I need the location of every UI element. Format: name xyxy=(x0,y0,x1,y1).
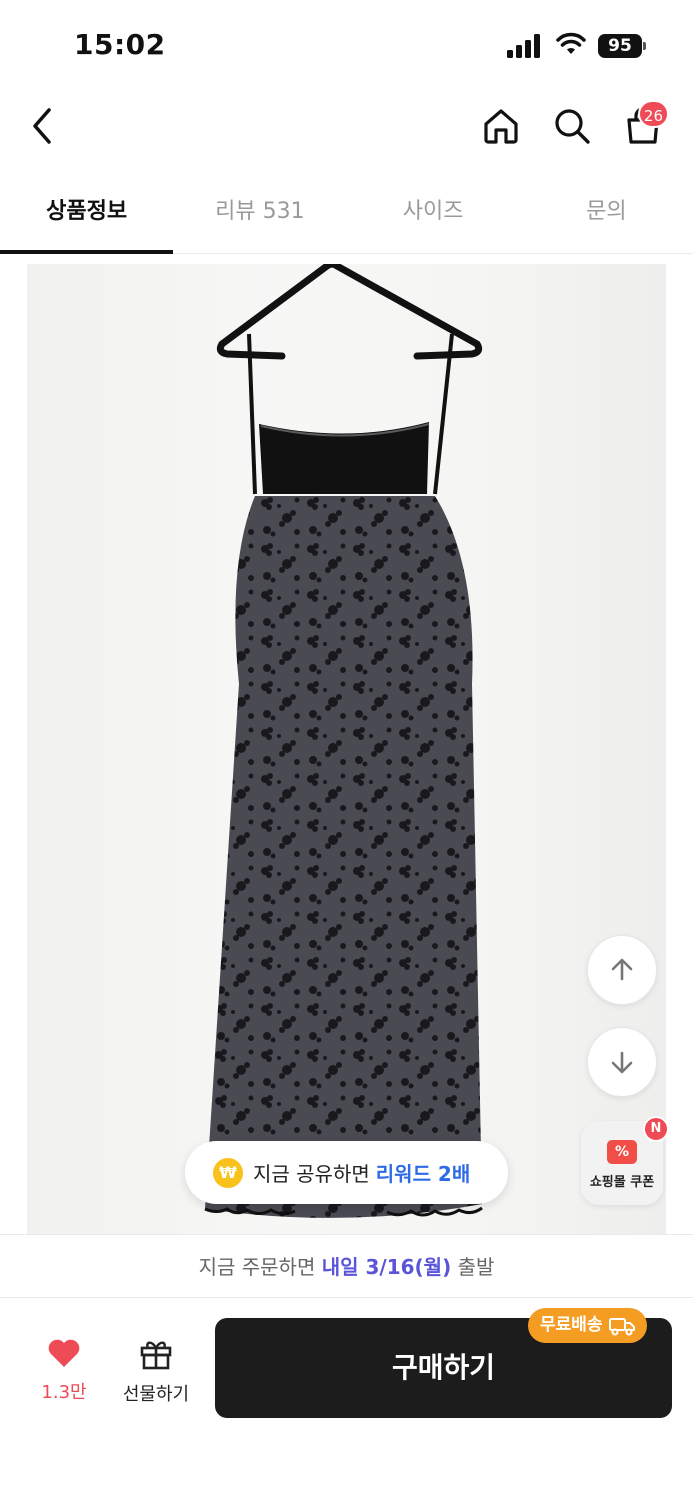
delivery-truck-icon xyxy=(608,1317,635,1335)
delivery-date: 내일 3/16(월) xyxy=(321,1255,452,1279)
tab-inquiry[interactable]: 문의 xyxy=(520,172,693,253)
share-reward-button[interactable]: ₩ 지금 공유하면 리워드 2배 xyxy=(185,1141,508,1204)
share-reward-highlight: 리워드 2배 xyxy=(375,1162,471,1186)
like-button[interactable]: 1.3만 xyxy=(22,1338,106,1408)
won-coin-icon: ₩ xyxy=(213,1157,243,1188)
like-count: 1.3만 xyxy=(41,1382,87,1403)
product-tabs: 상품정보 리뷰 531 사이즈 문의 xyxy=(0,172,693,254)
home-icon xyxy=(484,109,518,144)
tab-product-info[interactable]: 상품정보 xyxy=(0,172,174,254)
product-image xyxy=(27,264,666,1234)
coupon-label: 쇼핑몰 쿠폰 xyxy=(589,1175,655,1190)
top-nav: 26 xyxy=(0,90,693,166)
gift-button[interactable]: 선물하기 xyxy=(112,1338,200,1408)
coupon-icon: % xyxy=(607,1140,637,1164)
chevron-left-icon xyxy=(33,108,51,144)
cart-count-badge: 26 xyxy=(637,100,669,128)
free-shipping-badge: 무료배송 xyxy=(528,1308,647,1343)
heart-icon xyxy=(48,1339,80,1367)
delivery-suffix: 출발 xyxy=(457,1255,495,1279)
gift-label: 선물하기 xyxy=(122,1384,190,1405)
scroll-bottom-button[interactable] xyxy=(587,1027,657,1097)
gift-icon xyxy=(140,1341,172,1370)
wifi-icon xyxy=(556,32,586,54)
coupon-new-badge: N xyxy=(643,1116,669,1142)
arrow-up-icon xyxy=(611,958,633,981)
delivery-notice: 지금 주문하면 내일 3/16(월) 출발 xyxy=(0,1234,693,1298)
status-time: 15:02 xyxy=(74,28,166,61)
search-icon xyxy=(555,109,590,144)
arrow-down-icon xyxy=(611,1051,633,1074)
battery-level: 95 xyxy=(598,34,642,58)
cart-button[interactable]: 26 xyxy=(615,90,671,162)
share-text: 지금 공유하면 xyxy=(253,1162,370,1186)
battery-icon: 95 xyxy=(598,34,646,58)
tab-reviews[interactable]: 리뷰 531 xyxy=(173,172,346,253)
tab-size[interactable]: 사이즈 xyxy=(347,172,520,253)
scroll-top-button[interactable] xyxy=(587,935,657,1005)
home-button[interactable] xyxy=(473,90,529,162)
search-button[interactable] xyxy=(544,90,600,162)
cellular-signal-icon xyxy=(507,34,540,58)
delivery-prefix: 지금 주문하면 xyxy=(198,1255,316,1279)
back-button[interactable] xyxy=(14,90,70,162)
dress-photo xyxy=(204,264,483,1218)
free-shipping-label: 무료배송 xyxy=(540,1315,603,1335)
status-bar: 15:02 95 xyxy=(0,0,693,90)
